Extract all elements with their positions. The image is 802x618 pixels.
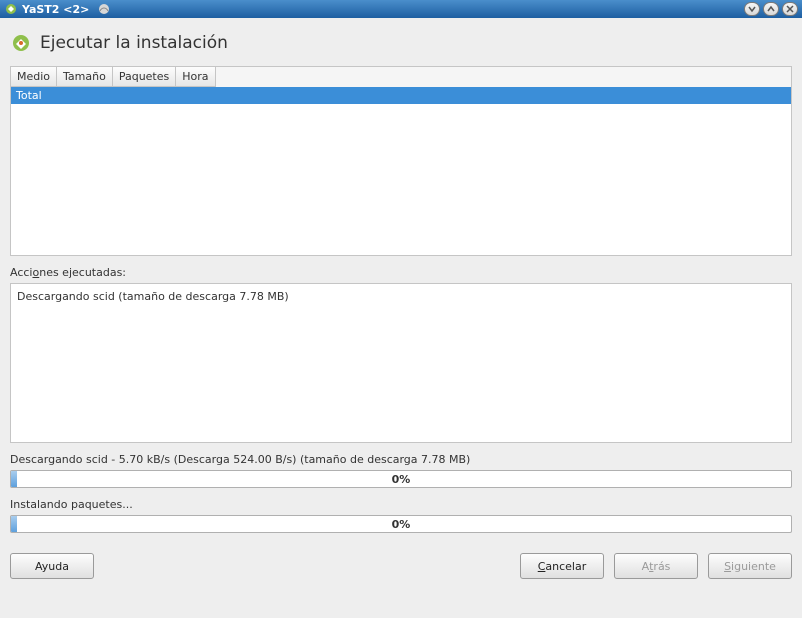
download-progress-fill xyxy=(11,471,17,487)
download-progress-block: Descargando scid - 5.70 kB/s (Descarga 5… xyxy=(10,453,792,488)
cancel-button[interactable]: Cancelar xyxy=(520,553,604,579)
table-body: Total xyxy=(11,87,791,255)
window: YaST2 <2> Ejecutar la instalación Medio … xyxy=(0,0,802,618)
yast-icon xyxy=(10,32,32,54)
minimize-button[interactable] xyxy=(744,2,760,16)
column-header-tamano[interactable]: Tamaño xyxy=(57,67,113,87)
install-progress-text: 0% xyxy=(392,518,411,531)
download-progress-bar: 0% xyxy=(10,470,792,488)
footer-spacer xyxy=(94,553,510,579)
download-progress-label: Descargando scid - 5.70 kB/s (Descarga 5… xyxy=(10,453,792,466)
content-area: Ejecutar la instalación Medio Tamaño Paq… xyxy=(0,18,802,618)
table-row[interactable]: Total xyxy=(11,87,791,104)
help-button[interactable]: Ayuda xyxy=(10,553,94,579)
cancel-rest: ancelar xyxy=(545,560,586,573)
next-rest: iguiente xyxy=(731,560,776,573)
table-cell: Total xyxy=(11,87,203,104)
next-ul: S xyxy=(724,560,731,573)
page-title: Ejecutar la instalación xyxy=(40,33,228,53)
actions-label: Acciones ejecutadas: xyxy=(10,266,792,279)
next-button: Siguiente xyxy=(708,553,792,579)
cancel-ul: C xyxy=(538,560,546,573)
table-header: Medio Tamaño Paquetes Hora xyxy=(11,67,791,87)
back-pre: A xyxy=(642,560,650,573)
install-progress-bar: 0% xyxy=(10,515,792,533)
column-header-medio[interactable]: Medio xyxy=(11,67,57,87)
media-table: Medio Tamaño Paquetes Hora Total xyxy=(10,66,792,256)
install-progress-fill xyxy=(11,516,17,532)
maximize-button[interactable] xyxy=(763,2,779,16)
back-post: rás xyxy=(653,560,670,573)
install-progress-label: Instalando paquetes... xyxy=(10,498,792,511)
back-button: Atrás xyxy=(614,553,698,579)
titlebar: YaST2 <2> xyxy=(0,0,802,18)
close-button[interactable] xyxy=(782,2,798,16)
install-progress-block: Instalando paquetes... 0% xyxy=(10,498,792,533)
column-header-hora[interactable]: Hora xyxy=(176,67,215,87)
secondary-icon xyxy=(97,2,111,16)
actions-label-post: nes ejecutadas: xyxy=(39,266,126,279)
actions-label-pre: Acci xyxy=(10,266,32,279)
download-progress-text: 0% xyxy=(392,473,411,486)
actions-log: Descargando scid (tamaño de descarga 7.7… xyxy=(10,283,792,443)
app-icon xyxy=(4,2,18,16)
footer: Ayuda Cancelar Atrás Siguiente xyxy=(10,553,792,579)
column-header-paquetes[interactable]: Paquetes xyxy=(113,67,176,87)
log-line: Descargando scid (tamaño de descarga 7.7… xyxy=(17,290,785,303)
page-header: Ejecutar la instalación xyxy=(10,32,792,54)
window-title: YaST2 <2> xyxy=(22,3,89,16)
